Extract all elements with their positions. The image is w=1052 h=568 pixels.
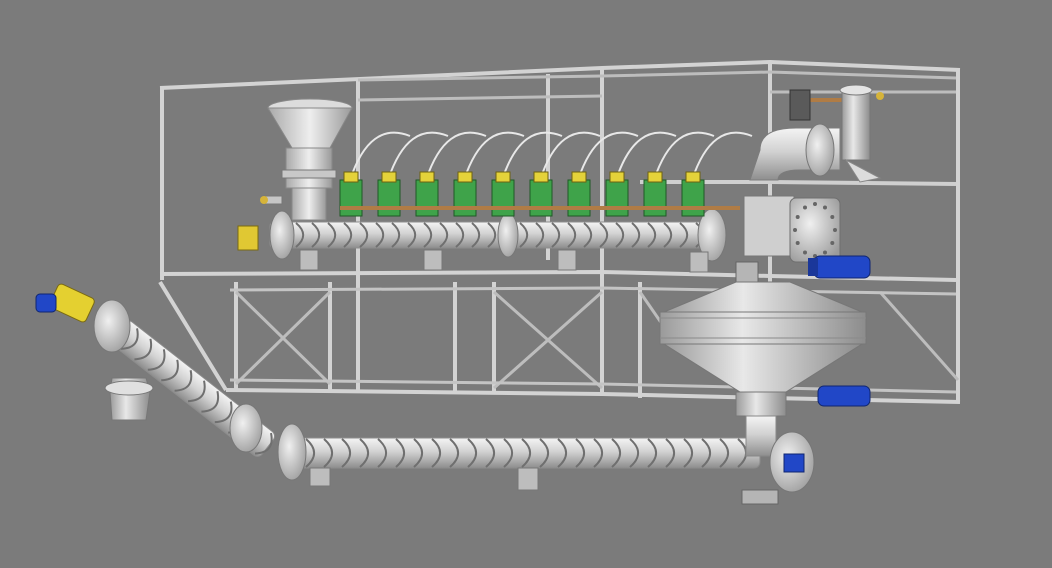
pinch-valve <box>643 179 667 217</box>
flex-hose <box>653 131 715 181</box>
hatch-bolt <box>823 205 827 210</box>
lower-screw-conveyor <box>277 415 815 505</box>
hatch-bolt <box>803 250 807 255</box>
flex-hose <box>577 131 639 181</box>
flex-hose <box>501 131 563 181</box>
hatch-bolt <box>803 205 807 210</box>
hatch-bolt <box>823 250 827 255</box>
blue-motor-upper <box>808 255 871 279</box>
flex-hose <box>425 131 487 181</box>
drive-motor-left <box>35 283 95 323</box>
blue-motor-lower <box>817 385 871 407</box>
pinch-valve <box>529 179 553 217</box>
pinch-valve <box>377 179 401 217</box>
valve-actuator <box>457 171 473 183</box>
valve-actuator <box>685 171 701 183</box>
inspection-hatch <box>743 195 841 263</box>
pinch-valve <box>491 179 515 217</box>
flex-hose <box>691 131 753 181</box>
flex-hose <box>463 131 525 181</box>
valve-actuator <box>343 171 359 183</box>
hatch-bolt <box>830 215 835 219</box>
valve-actuator <box>533 171 549 183</box>
pinch-valve <box>415 179 439 217</box>
pinch-valve <box>453 179 477 217</box>
pinch-valve <box>339 179 363 217</box>
flex-hose <box>615 131 677 181</box>
pinch-valve <box>605 179 629 217</box>
drive-motor-right <box>783 453 805 473</box>
feed-hopper <box>260 98 353 221</box>
hatch-bolt <box>795 215 800 219</box>
valve-actuator <box>571 171 587 183</box>
valve-actuator <box>381 171 397 183</box>
pinch-valve <box>567 179 591 217</box>
hatch-bolt <box>833 228 837 232</box>
hatch-bolt <box>830 241 835 245</box>
hatch-bolt <box>813 202 817 206</box>
valve-actuator <box>647 171 663 183</box>
pinch-valve <box>681 179 705 217</box>
flex-hose <box>387 131 449 181</box>
hatch-bolt <box>795 241 800 245</box>
valve-actuator <box>495 171 511 183</box>
hatch-bolt <box>793 228 797 232</box>
valve-actuator <box>609 171 625 183</box>
plant-3d-model <box>35 59 961 505</box>
cad-viewport[interactable] <box>0 0 1052 568</box>
valve-actuator <box>419 171 435 183</box>
